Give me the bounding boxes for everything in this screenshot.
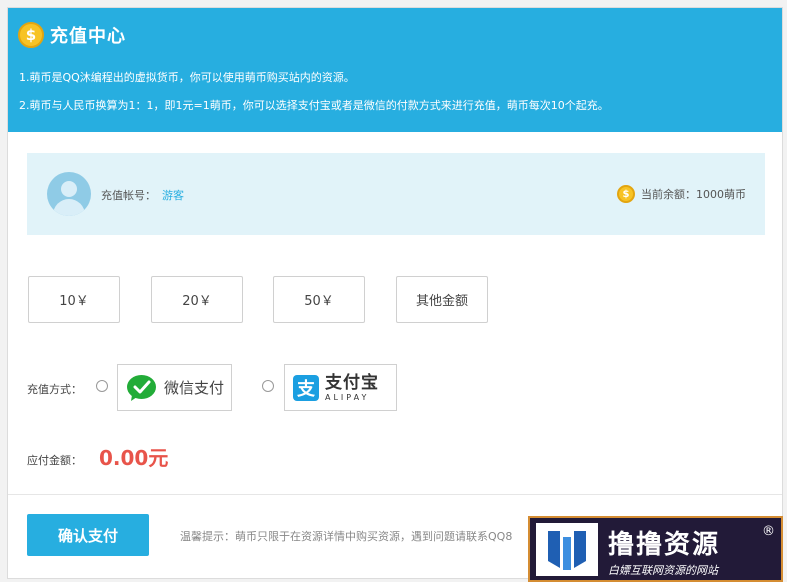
info-line-1: 1.萌币是QQ沐编程出的虚拟货币，你可以使用萌币购买站内的资源。 <box>19 71 355 84</box>
watermark-registered: ® <box>762 524 775 539</box>
account-label: 充值帐号： 游客 <box>101 187 184 203</box>
balance-text: 当前余额：1000萌币 <box>641 188 746 201</box>
alipay-label-en: ALIPAY <box>325 392 370 402</box>
amount-button-10[interactable]: 10￥ <box>28 276 120 323</box>
watermark-subtitle: 白嫖互联网资源的网站 <box>608 564 718 577</box>
amount-button-20[interactable]: 20￥ <box>151 276 243 323</box>
info-line-2: 2.萌币与人民币换算为1：1，即1元=1萌币，你可以选择支付宝或者是微信的付款方… <box>19 99 609 112</box>
amount-due-label: 应付金额： <box>27 454 82 467</box>
wechat-radio[interactable] <box>96 380 108 392</box>
watermark-title: 撸撸资源 <box>608 530 721 560</box>
header-title-row: $ 充值中心 <box>18 22 126 48</box>
page-title: 充值中心 <box>50 26 126 47</box>
wechat-pay-icon <box>127 374 156 401</box>
watermark-banner: 撸撸资源 ® 白嫖互联网资源的网站 <box>528 516 783 582</box>
alipay-option[interactable]: 支 支付宝 ALIPAY <box>284 364 397 411</box>
site-logo-icon <box>536 523 598 576</box>
avatar <box>47 172 91 216</box>
amount-button-50[interactable]: 50￥ <box>273 276 365 323</box>
coin-icon: $ <box>18 22 44 48</box>
alipay-icon: 支 <box>293 374 319 401</box>
amount-due-value: 0.00元 <box>99 446 169 470</box>
wechat-pay-label: 微信支付 <box>164 379 225 397</box>
payment-method-label: 充值方式： <box>27 383 82 396</box>
header-banner: $ 充值中心 1.萌币是QQ沐编程出的虚拟货币，你可以使用萌币购买站内的资源。 … <box>8 8 782 132</box>
tip-text: 温馨提示：萌币只限于在资源详情中购买资源，遇到问题请联系QQ8 <box>180 530 513 543</box>
balance: $ 当前余额：1000萌币 <box>617 185 746 203</box>
amount-button-other[interactable]: 其他金额 <box>396 276 488 323</box>
account-label-text: 充值帐号： <box>101 189 156 202</box>
account-value: 游客 <box>162 189 184 202</box>
recharge-card: $ 充值中心 1.萌币是QQ沐编程出的虚拟货币，你可以使用萌币购买站内的资源。 … <box>7 7 783 579</box>
wechat-pay-option[interactable]: 微信支付 <box>117 364 232 411</box>
alipay-label-cn: 支付宝 <box>325 372 379 393</box>
divider <box>8 494 782 495</box>
confirm-pay-button[interactable]: 确认支付 <box>27 514 149 556</box>
balance-coin-icon: $ <box>617 185 635 203</box>
alipay-radio[interactable] <box>262 380 274 392</box>
account-panel: 充值帐号： 游客 $ 当前余额：1000萌币 <box>27 153 765 235</box>
